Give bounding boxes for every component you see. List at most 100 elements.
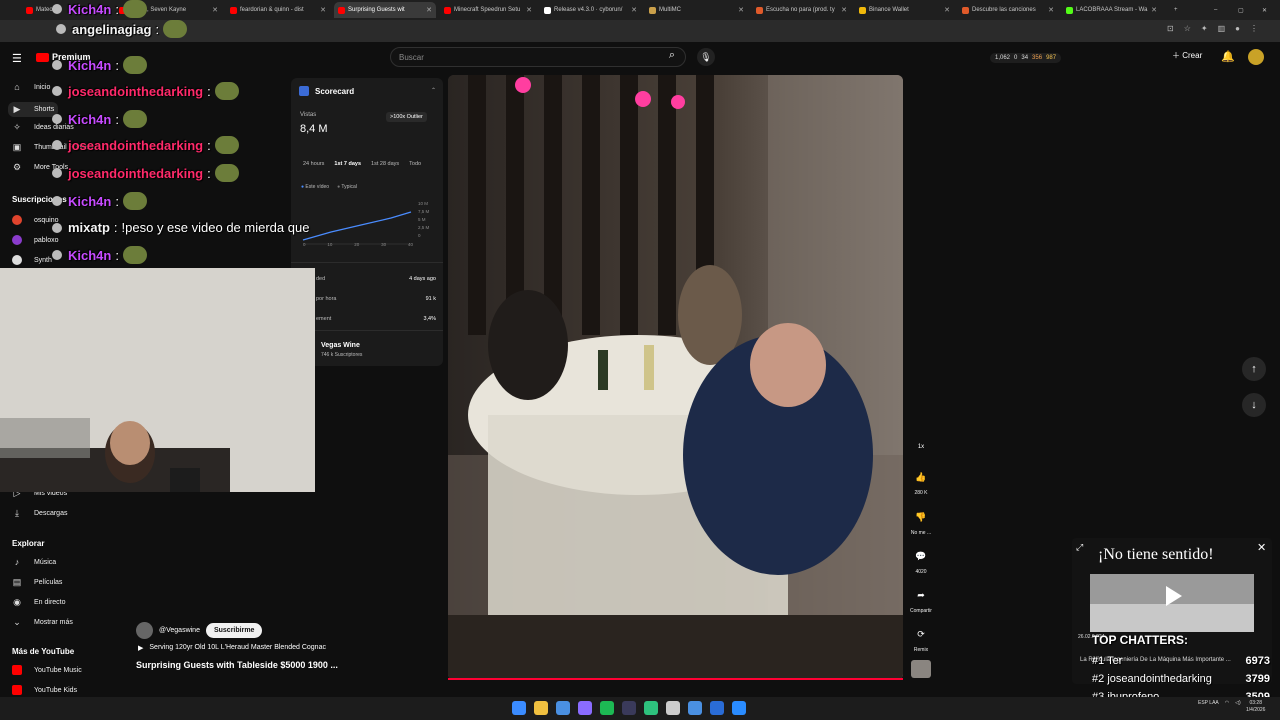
action-share[interactable]: ➦ Compartir bbox=[906, 585, 936, 614]
shorts-video-player[interactable] bbox=[448, 75, 903, 680]
bell-icon[interactable]: 🔔 bbox=[1221, 50, 1235, 63]
action-comment[interactable]: 💬 4020 bbox=[906, 546, 936, 575]
chrome-icon[interactable] bbox=[556, 701, 570, 715]
browser-tab[interactable]: MultiMC ✕ bbox=[645, 2, 748, 18]
channel-row: @Vegaswine Suscribirme bbox=[136, 622, 263, 639]
volume-icon[interactable]: ◁) bbox=[1235, 700, 1241, 706]
tab-close-icon[interactable]: ✕ bbox=[841, 6, 847, 14]
notepad-icon[interactable] bbox=[666, 701, 680, 715]
browser-tab[interactable]: Surprising Guests wit ✕ bbox=[334, 2, 436, 18]
browser-tab[interactable]: feardorian & quinn - dist ✕ bbox=[226, 2, 330, 18]
tab-close-icon[interactable]: ✕ bbox=[1048, 6, 1054, 14]
tab-28d[interactable]: 1st 28 days bbox=[371, 161, 399, 167]
previous-video-arrow-icon[interactable]: ↑ bbox=[1242, 357, 1266, 381]
action-speed[interactable]: 1x bbox=[906, 437, 936, 460]
share-icon[interactable]: ➦ bbox=[911, 585, 931, 605]
tab-close-icon[interactable]: ✕ bbox=[212, 6, 218, 14]
tab-close-icon[interactable]: ✕ bbox=[426, 6, 432, 14]
profile-icon[interactable]: ● bbox=[1235, 24, 1240, 33]
app-icon[interactable] bbox=[644, 701, 658, 715]
language-indicator[interactable]: ESP LAA bbox=[1198, 700, 1219, 706]
browser-tab[interactable]: Binance Wallet ✕ bbox=[855, 2, 954, 18]
vscode-icon[interactable] bbox=[732, 701, 746, 715]
sidebar-item[interactable]: ▶ Shorts bbox=[8, 102, 59, 117]
file-explorer-icon[interactable] bbox=[534, 701, 548, 715]
discord-icon[interactable] bbox=[578, 701, 592, 715]
remix-thumbnail[interactable] bbox=[911, 660, 931, 678]
browser-tab[interactable]: Minecraft Speedrun Setu ✕ bbox=[440, 2, 536, 18]
sidebar-item[interactable]: ⤓ Descargas bbox=[12, 508, 67, 519]
menu-icon[interactable]: ⋮ bbox=[1250, 24, 1258, 33]
sidebar-icon[interactable]: ▥ bbox=[1218, 24, 1226, 33]
sidebar-item[interactable]: ▤ Películas bbox=[12, 577, 63, 588]
action-like[interactable]: 👍 280 K bbox=[906, 467, 936, 496]
spotify-icon[interactable] bbox=[600, 701, 614, 715]
create-button[interactable]: ＋ Crear bbox=[1172, 50, 1202, 61]
steam-icon[interactable] bbox=[622, 701, 636, 715]
next-video-arrow-icon[interactable]: ↓ bbox=[1242, 393, 1266, 417]
search-input[interactable]: Buscar bbox=[390, 47, 686, 67]
start-menu-icon[interactable] bbox=[512, 701, 526, 715]
browser-tab[interactable]: LACOBRAAA Stream - Wa ✕ bbox=[1062, 2, 1161, 18]
tab-close-icon[interactable]: ✕ bbox=[944, 6, 950, 14]
sidebar-item[interactable]: YouTube Kids bbox=[12, 685, 77, 695]
speed-icon[interactable]: 1x bbox=[911, 437, 931, 457]
chat-colon: : bbox=[115, 193, 119, 209]
browser-tab[interactable]: Descubre las canciones ✕ bbox=[958, 2, 1058, 18]
new-tab-button[interactable]: + bbox=[1170, 2, 1182, 18]
sidebar-item[interactable]: ◉ En directo bbox=[12, 597, 65, 608]
window-control-button[interactable]: ▢ bbox=[1234, 2, 1248, 18]
tab-7d[interactable]: 1st 7 days bbox=[334, 161, 361, 167]
subscription-label: Synth bbox=[34, 256, 52, 264]
tab-close-icon[interactable]: ✕ bbox=[320, 6, 326, 14]
subscription-item[interactable]: pabloxo bbox=[12, 235, 59, 245]
browser-tab[interactable]: Release v4.3.0 · cyborun/ ✕ bbox=[540, 2, 641, 18]
wifi-icon[interactable]: ◠ bbox=[1225, 700, 1229, 706]
subscription-item[interactable]: Synth bbox=[12, 255, 52, 265]
microphone-icon[interactable]: 🎙 bbox=[697, 48, 715, 66]
sidebar-item-label: Música bbox=[34, 558, 57, 566]
chat-badge-icon bbox=[52, 4, 62, 14]
tab-close-icon[interactable]: ✕ bbox=[738, 6, 744, 14]
chat-colon: : bbox=[115, 111, 119, 127]
channel-avatar[interactable] bbox=[136, 622, 153, 639]
dislike-icon[interactable]: 👎 bbox=[911, 507, 931, 527]
sidebar-item[interactable]: YouTube Music bbox=[12, 665, 82, 675]
window-control-button[interactable]: – bbox=[1210, 2, 1221, 18]
tab-close-icon[interactable]: ✕ bbox=[631, 6, 637, 14]
clock[interactable]: 03:28 1/4/2026 bbox=[1246, 700, 1265, 714]
browser-icon[interactable] bbox=[710, 701, 724, 715]
channel-name[interactable]: Vegas Wine bbox=[321, 342, 360, 349]
remix-icon[interactable]: ⟳ bbox=[911, 624, 931, 644]
channel-handle[interactable]: @Vegaswine bbox=[159, 627, 200, 634]
expand-icon[interactable]: ⤢ bbox=[1076, 542, 1083, 553]
action-remix[interactable]: ⟳ Remix bbox=[906, 624, 936, 653]
browser-tab[interactable]: Escucha no para (prod. ty ✕ bbox=[752, 2, 851, 18]
sidebar-item[interactable]: ♪ Música bbox=[12, 557, 56, 567]
collapse-chevron-icon[interactable]: ⌃ bbox=[431, 87, 436, 94]
subscribe-button[interactable]: Suscribirme bbox=[205, 623, 263, 638]
tab-close-icon[interactable]: ✕ bbox=[526, 6, 532, 14]
close-icon[interactable]: ✕ bbox=[1257, 541, 1266, 554]
tab-24h[interactable]: 24 hours bbox=[303, 161, 324, 167]
tab-all[interactable]: Todo bbox=[409, 161, 421, 167]
sidebar-item[interactable]: ⌂ Inicio bbox=[12, 82, 50, 92]
like-icon[interactable]: 👍 bbox=[911, 467, 931, 487]
extension-icon[interactable]: ✦ bbox=[1201, 24, 1208, 33]
tab-close-icon[interactable]: ✕ bbox=[1151, 6, 1157, 14]
action-dislike[interactable]: 👎 No me ... bbox=[906, 507, 936, 536]
video-progress-bar[interactable] bbox=[448, 678, 903, 680]
menu-hamburger-icon[interactable]: ☰ bbox=[12, 52, 22, 65]
window-control-button[interactable]: ✕ bbox=[1258, 2, 1271, 18]
bookmark-star-icon[interactable]: ☆ bbox=[1184, 24, 1191, 33]
video-title[interactable]: Surprising Guests with Tableside $5000 1… bbox=[136, 660, 338, 670]
search-icon[interactable]: ⌕ bbox=[662, 49, 682, 65]
cast-icon[interactable]: ⊡ bbox=[1167, 24, 1174, 33]
settings-icon[interactable] bbox=[688, 701, 702, 715]
music-row[interactable]: ▶ Serving 120yr Old 10L L'Heraud Master … bbox=[138, 644, 326, 652]
sidebar-item-label: Mostrar más bbox=[34, 619, 73, 626]
overlay-thumbnail[interactable] bbox=[1090, 574, 1254, 632]
comment-icon[interactable]: 💬 bbox=[911, 546, 931, 566]
sidebar-item[interactable]: ⌄ Mostrar más bbox=[12, 617, 73, 628]
avatar[interactable] bbox=[1248, 49, 1264, 65]
